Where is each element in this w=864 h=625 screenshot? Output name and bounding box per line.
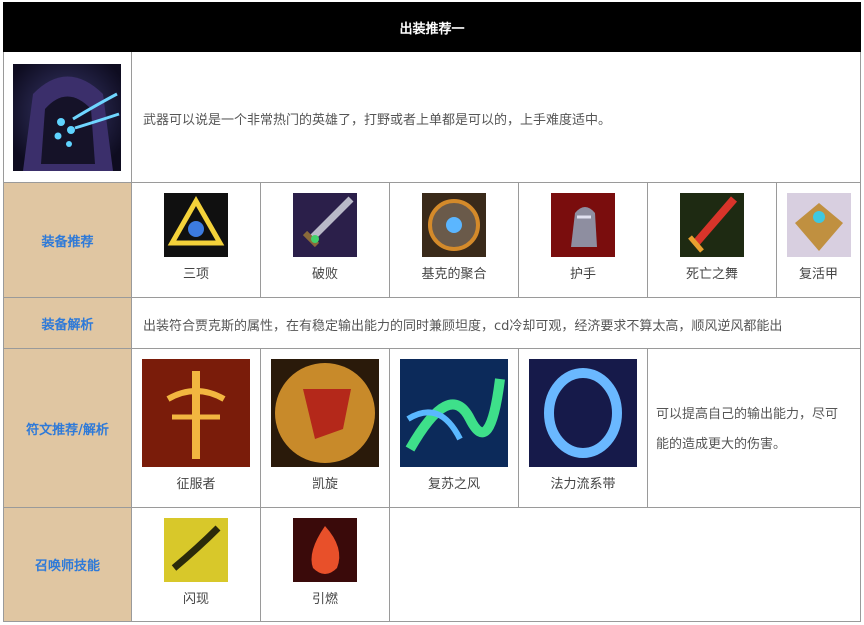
item-name: 复活甲 xyxy=(798,267,838,282)
rune-name: 复苏之风 xyxy=(427,477,480,492)
rune-name: 法力流系带 xyxy=(550,477,616,492)
second-wind-rune-icon xyxy=(400,359,508,467)
item-cell-triforce: 三项 xyxy=(132,183,260,297)
rune-name: 凯旋 xyxy=(311,477,338,492)
hooded-champion-portrait-icon xyxy=(13,64,121,171)
table-header: 出装推荐一 xyxy=(3,2,861,52)
item-name: 基克的聚合 xyxy=(421,267,487,282)
spell-name: 闪现 xyxy=(182,592,209,607)
summoners-label: 召唤师技能 xyxy=(4,508,131,621)
manaflow-band-rune-icon xyxy=(529,359,637,467)
item-name: 死亡之舞 xyxy=(685,267,738,282)
guardian-angel-icon xyxy=(787,193,851,257)
summoner-cell-ignite: 引燃 xyxy=(261,508,389,621)
item-name: 三项 xyxy=(182,267,209,282)
analysis-label: 装备解析 xyxy=(4,298,131,348)
rune-name: 征服者 xyxy=(176,477,216,492)
rune-cell-second-wind: 复苏之风 xyxy=(390,349,518,507)
ignite-spell-icon xyxy=(293,518,357,582)
runes-note: 可以提高自己的输出能力，尽可能的造成更大的伤害。 xyxy=(656,407,839,452)
header-title: 出装推荐一 xyxy=(399,21,465,37)
items-label: 装备推荐 xyxy=(4,183,131,297)
triforce-icon xyxy=(164,193,228,257)
item-name: 破败 xyxy=(311,267,338,282)
deaths-dance-icon xyxy=(680,193,744,257)
item-cell-gauntlet: 护手 xyxy=(519,183,647,297)
triumph-rune-icon xyxy=(271,359,379,467)
ruined-king-sword-icon xyxy=(293,193,357,257)
rune-cell-conqueror: 征服者 xyxy=(132,349,260,507)
runes-label: 符文推荐/解析 xyxy=(4,349,131,507)
item-name: 护手 xyxy=(569,267,596,282)
rune-cell-triumph: 凯旋 xyxy=(261,349,389,507)
item-cell-guardian-angel: 复活甲 xyxy=(777,183,860,297)
item-cell-deaths-dance: 死亡之舞 xyxy=(648,183,776,297)
rune-cell-manaflow: 法力流系带 xyxy=(519,349,647,507)
zekes-convergence-icon xyxy=(422,193,486,257)
analysis-text: 出装符合贾克斯的属性，在有稳定输出能力的同时兼顾坦度，cd冷却可观，经济要求不算… xyxy=(143,319,783,334)
intro-text: 武器可以说是一个非常热门的英雄了，打野或者上单都是可以的，上手难度适中。 xyxy=(143,113,612,128)
flash-spell-icon xyxy=(164,518,228,582)
item-cell-ruined-king: 破败 xyxy=(261,183,389,297)
spell-name: 引燃 xyxy=(311,592,338,607)
gauntlet-icon xyxy=(551,193,615,257)
item-cell-zekes: 基克的聚合 xyxy=(390,183,518,297)
summoner-cell-flash: 闪现 xyxy=(132,508,260,621)
conqueror-rune-icon xyxy=(142,359,250,467)
